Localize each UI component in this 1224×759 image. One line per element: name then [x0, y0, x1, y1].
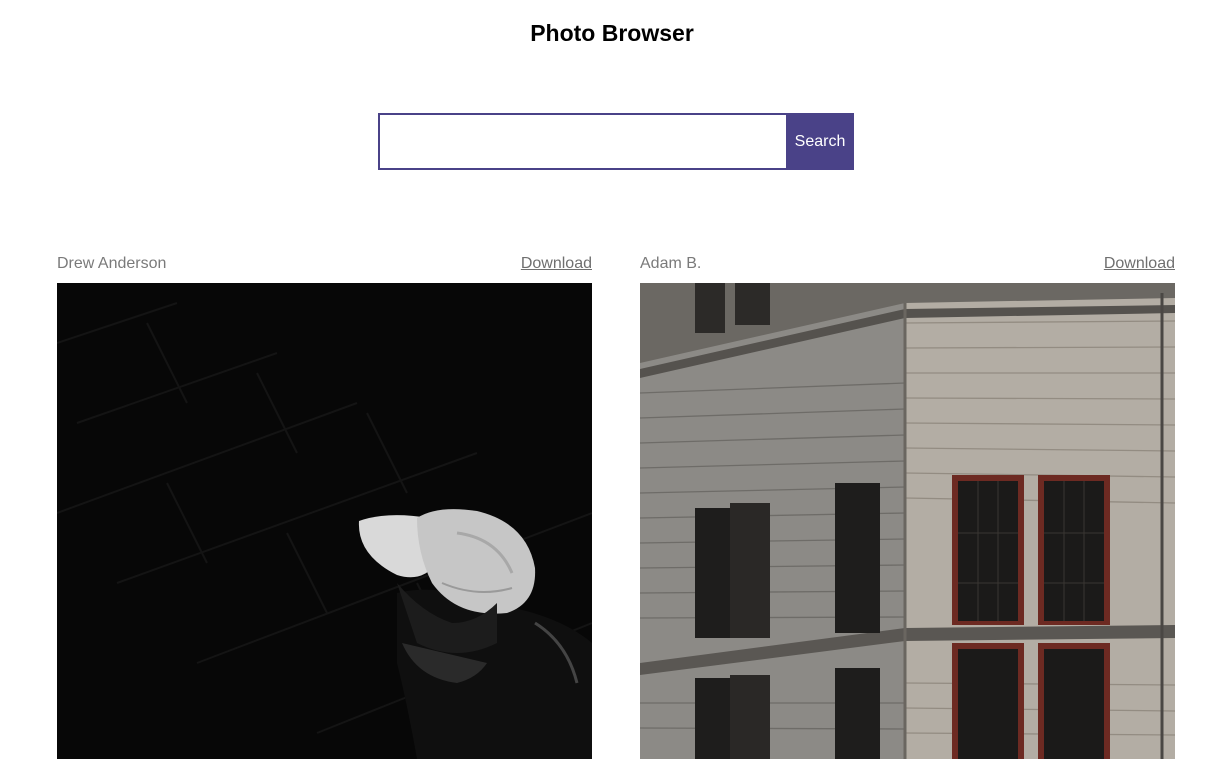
photo-person-in-white-cap — [57, 283, 592, 759]
search-form: Search — [378, 113, 854, 170]
photo-stone-building-corner — [640, 283, 1175, 759]
photo-card: Adam B. Download — [640, 255, 1175, 759]
photo-card-header: Adam B. Download — [640, 255, 1175, 283]
photo-card: Drew Anderson Download — [57, 255, 592, 759]
search-button[interactable]: Search — [786, 113, 854, 170]
page-title: Photo Browser — [530, 20, 694, 46]
photo-image[interactable] — [640, 283, 1175, 759]
page: Photo Browser Search Drew Anderson Downl… — [0, 0, 1224, 759]
download-link[interactable]: Download — [1104, 255, 1175, 273]
photo-card-header: Drew Anderson Download — [57, 255, 592, 283]
download-link[interactable]: Download — [521, 255, 592, 273]
photo-author[interactable]: Adam B. — [640, 255, 701, 273]
photo-author[interactable]: Drew Anderson — [57, 255, 166, 273]
photo-image[interactable] — [57, 283, 592, 759]
search-input[interactable] — [378, 113, 786, 170]
